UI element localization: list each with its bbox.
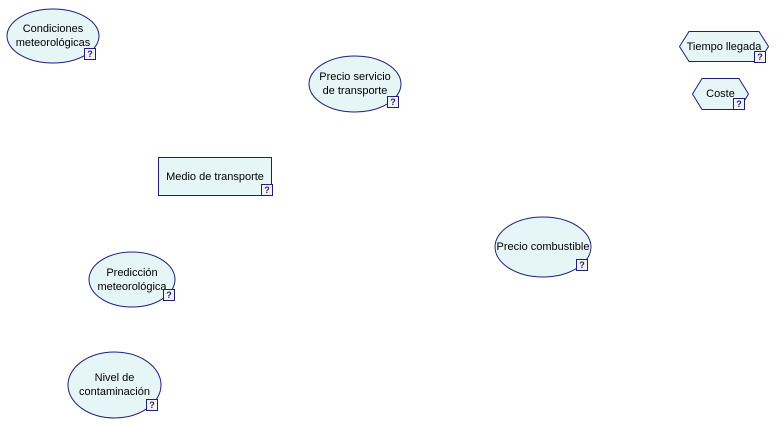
help-icon[interactable]: ? [146, 399, 158, 411]
node-coste[interactable]: Coste ? [691, 78, 750, 110]
node-precio-servicio-transporte[interactable]: Precio servicio de transporte ? [308, 55, 402, 113]
node-prediccion-meteorologica[interactable]: Predicción meteorológica ? [88, 251, 176, 308]
node-condiciones-meteorologicas[interactable]: Condiciones meteorológicas ? [6, 8, 100, 64]
help-icon[interactable]: ? [576, 259, 588, 271]
node-medio-transporte[interactable]: Medio de transporte ? [158, 157, 273, 196]
help-icon[interactable]: ? [754, 51, 766, 63]
help-icon[interactable]: ? [261, 184, 273, 196]
node-tiempo-llegada[interactable]: Tiempo llegada ? [678, 31, 770, 63]
node-nivel-contaminacion[interactable]: Nivel de contaminación ? [67, 351, 162, 419]
help-icon[interactable]: ? [84, 48, 96, 60]
help-icon[interactable]: ? [163, 289, 175, 301]
rectangle-shape [158, 157, 272, 196]
node-precio-combustible[interactable]: Precio combustible ? [494, 216, 592, 278]
help-icon[interactable]: ? [387, 96, 399, 108]
help-icon[interactable]: ? [733, 98, 745, 110]
